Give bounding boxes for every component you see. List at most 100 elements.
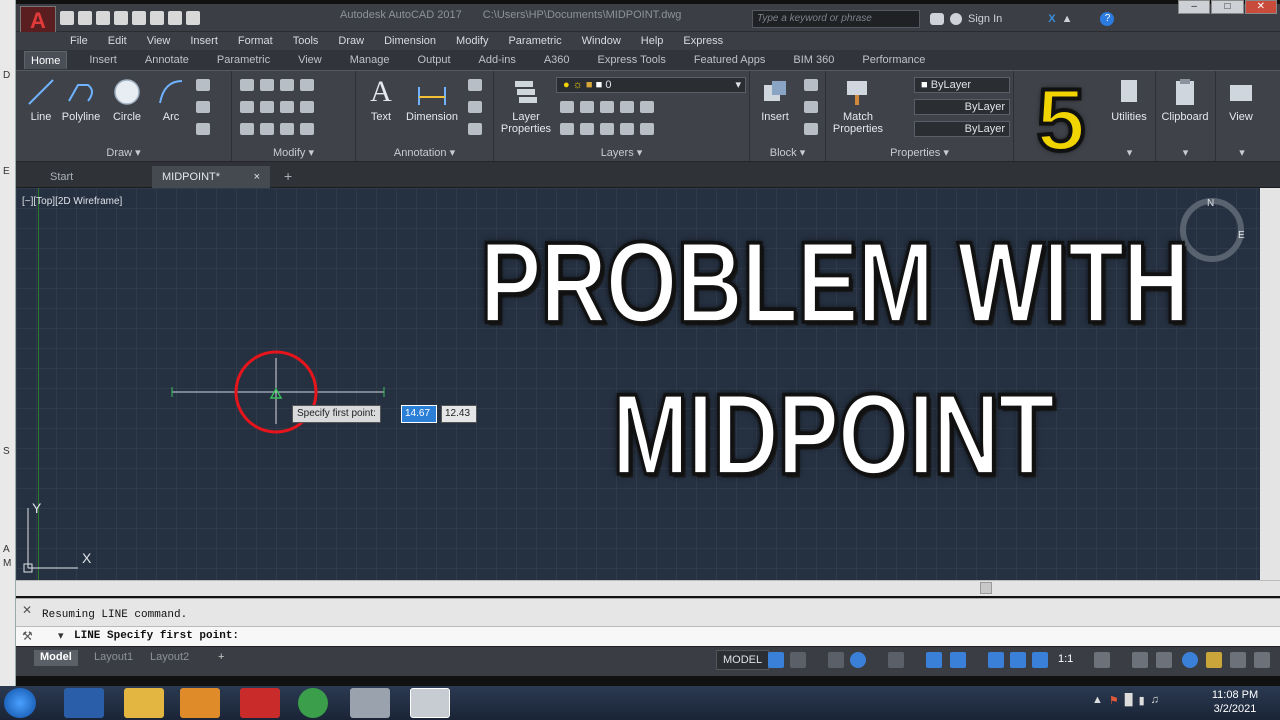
- menu-file[interactable]: File: [70, 35, 88, 47]
- fillet-icon[interactable]: [280, 101, 294, 113]
- menu-format[interactable]: Format: [238, 35, 273, 47]
- osnap-icon[interactable]: [888, 652, 904, 668]
- trim-icon[interactable]: [280, 79, 294, 91]
- modify-panel-title[interactable]: Modify ▾: [232, 146, 355, 159]
- explode-icon[interactable]: [300, 101, 314, 113]
- mirror-icon[interactable]: [260, 101, 274, 113]
- copy-icon[interactable]: [240, 101, 254, 113]
- tab-layout2[interactable]: Layout2: [144, 650, 195, 666]
- tab-midpoint[interactable]: MIDPOINT* ×: [152, 166, 270, 188]
- menu-express[interactable]: Express: [683, 35, 723, 47]
- scale-icon[interactable]: [260, 123, 274, 135]
- snap-icon[interactable]: [790, 652, 806, 668]
- wrench-icon[interactable]: ⚒: [22, 629, 33, 643]
- annotation-visibility-icon[interactable]: [988, 652, 1004, 668]
- media-player-icon[interactable]: [180, 688, 220, 718]
- hardware-acceleration-icon[interactable]: [1156, 652, 1172, 668]
- tab-performance[interactable]: Performance: [856, 51, 931, 69]
- recent-commands-icon[interactable]: ▾: [58, 629, 64, 642]
- tab-model[interactable]: Model: [34, 650, 78, 666]
- battery-icon[interactable]: ▮: [1139, 694, 1145, 707]
- otrack-icon[interactable]: [926, 652, 942, 668]
- network-icon[interactable]: █: [1125, 694, 1133, 707]
- start-button[interactable]: [4, 688, 36, 718]
- acrobat-icon[interactable]: [240, 688, 280, 718]
- close-button[interactable]: ✕: [1244, 0, 1277, 14]
- volume-icon[interactable]: ♫: [1151, 694, 1159, 707]
- draw-panel-title[interactable]: Draw ▾: [16, 146, 231, 159]
- tab-bim-360[interactable]: BIM 360: [787, 51, 840, 69]
- tab-output[interactable]: Output: [412, 51, 457, 69]
- help-icon[interactable]: ?: [1100, 12, 1115, 26]
- flag-icon[interactable]: ⚑: [1109, 694, 1119, 707]
- linetype-dropdown[interactable]: ByLayer: [914, 99, 1010, 115]
- tab-start[interactable]: Start: [40, 166, 83, 188]
- horizontal-scrollbar[interactable]: [16, 580, 1280, 596]
- array-icon[interactable]: [280, 123, 294, 135]
- tab-featured-apps[interactable]: Featured Apps: [688, 51, 772, 69]
- x-coordinate-input[interactable]: 14.67: [401, 405, 437, 423]
- vertical-scrollbar[interactable]: [1260, 188, 1280, 580]
- save-as-icon[interactable]: [96, 11, 110, 25]
- arc-tool[interactable]: Arc: [146, 77, 196, 123]
- maximize-button[interactable]: □: [1211, 0, 1244, 14]
- layer-tool-icon[interactable]: [620, 101, 634, 113]
- layer-properties-tool[interactable]: Layer Properties: [500, 77, 552, 135]
- view-tool[interactable]: View: [1216, 77, 1266, 123]
- layer-tool-icon[interactable]: [580, 123, 594, 135]
- open-icon[interactable]: [60, 11, 74, 25]
- utilities-expand[interactable]: ▾: [1104, 146, 1155, 159]
- region-icon[interactable]: [196, 123, 210, 135]
- internet-explorer-icon[interactable]: [64, 688, 104, 718]
- menu-modify[interactable]: Modify: [456, 35, 488, 47]
- layer-tool-icon[interactable]: [600, 123, 614, 135]
- menu-tools[interactable]: Tools: [293, 35, 319, 47]
- workspace-icon[interactable]: [186, 11, 200, 25]
- fullscreen-icon[interactable]: [1230, 652, 1246, 668]
- grid-icon[interactable]: [768, 652, 784, 668]
- circle-tool[interactable]: Circle: [102, 77, 152, 123]
- scale-value[interactable]: 1:1: [1058, 653, 1073, 665]
- color-dropdown[interactable]: ■ ByLayer: [914, 77, 1010, 93]
- layer-tool-icon[interactable]: [640, 123, 654, 135]
- dimension-tool[interactable]: Dimension: [402, 77, 462, 123]
- minimize-button[interactable]: –: [1178, 0, 1211, 14]
- print-icon[interactable]: [114, 11, 128, 25]
- layer-tool-icon[interactable]: [560, 101, 574, 113]
- redo-icon[interactable]: [150, 11, 164, 25]
- layer-tool-icon[interactable]: [560, 123, 574, 135]
- binoculars-icon[interactable]: [930, 13, 944, 25]
- menu-window[interactable]: Window: [582, 35, 621, 47]
- layer-tool-icon[interactable]: [620, 123, 634, 135]
- utilities-tool[interactable]: Utilities: [1104, 77, 1154, 123]
- linear-icon[interactable]: [468, 101, 482, 113]
- tray-expand-icon[interactable]: ▲: [1092, 694, 1103, 707]
- polar-icon[interactable]: [850, 652, 866, 668]
- tab-view[interactable]: View: [292, 51, 328, 69]
- tab-a360[interactable]: A360: [538, 51, 576, 69]
- isolate-icon[interactable]: [1182, 652, 1198, 668]
- tab-insert[interactable]: Insert: [83, 51, 123, 69]
- menu-edit[interactable]: Edit: [108, 35, 127, 47]
- menu-draw[interactable]: Draw: [338, 35, 364, 47]
- attribute-icon[interactable]: [804, 123, 818, 135]
- scroll-thumb[interactable]: [980, 582, 992, 594]
- stretch-icon[interactable]: [240, 123, 254, 135]
- rotate-icon[interactable]: [260, 79, 274, 91]
- file-explorer-icon[interactable]: [124, 688, 164, 718]
- new-tab-button[interactable]: +: [278, 166, 298, 188]
- tab-express-tools[interactable]: Express Tools: [592, 51, 672, 69]
- lineweight-dropdown[interactable]: ByLayer: [914, 121, 1010, 137]
- undo-icon[interactable]: [132, 11, 146, 25]
- ortho-icon[interactable]: [828, 652, 844, 668]
- erase-icon[interactable]: [300, 79, 314, 91]
- chrome-icon[interactable]: [298, 688, 328, 718]
- tab-layout1[interactable]: Layout1: [88, 650, 139, 666]
- move-icon[interactable]: [240, 79, 254, 91]
- layer-tool-icon[interactable]: [600, 101, 614, 113]
- exchange-icon[interactable]: X: [1048, 13, 1055, 25]
- properties-panel-title[interactable]: Properties ▾: [826, 146, 1013, 159]
- tab-annotate[interactable]: Annotate: [139, 51, 195, 69]
- sign-in-label[interactable]: Sign In: [968, 13, 1002, 25]
- view-expand[interactable]: ▾: [1216, 146, 1268, 159]
